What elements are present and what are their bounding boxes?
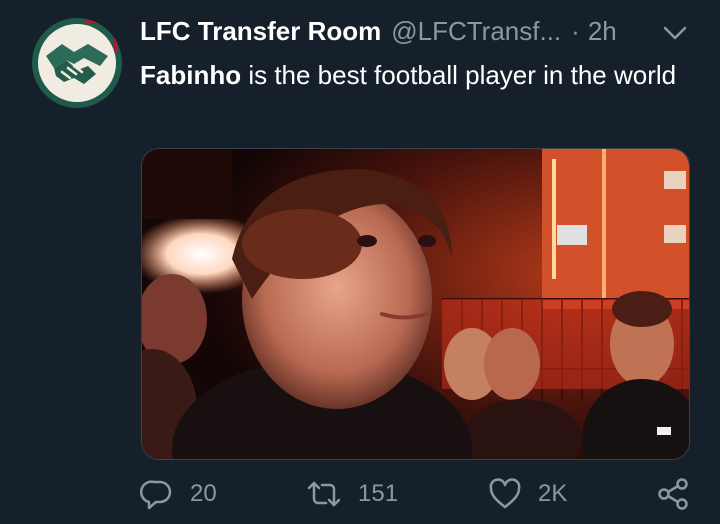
- tweet[interactable]: LFC Transfer Room @LFCTransf... · 2h Fab…: [0, 0, 720, 524]
- like-icon: [489, 478, 521, 509]
- handshake-logo-icon: [46, 44, 108, 84]
- retweet-icon: [307, 481, 341, 507]
- tweet-text: Fabinho is the best football player in t…: [140, 58, 680, 92]
- reply-icon: [140, 480, 172, 510]
- mention-bold: Fabinho: [140, 60, 242, 90]
- video-frame: [142, 149, 689, 459]
- timestamp[interactable]: 2h: [588, 16, 617, 47]
- tweet-body: is the best football player in the world: [241, 60, 677, 90]
- retweet-count: 151: [358, 480, 399, 507]
- display-name[interactable]: LFC Transfer Room: [140, 16, 381, 47]
- like-count: 2K: [538, 480, 568, 507]
- separator-dot: ·: [571, 16, 580, 46]
- user-handle[interactable]: @LFCTransf...: [391, 16, 561, 47]
- retweet-button[interactable]: 151: [306, 474, 398, 514]
- reply-button[interactable]: 20: [140, 474, 217, 514]
- share-button[interactable]: [656, 474, 706, 514]
- tweet-header: LFC Transfer Room @LFCTransf... · 2h: [140, 16, 617, 52]
- chevron-down-icon[interactable]: [662, 22, 688, 44]
- tweet-media[interactable]: [141, 148, 690, 460]
- reply-count: 20: [190, 480, 217, 507]
- share-icon: [658, 478, 688, 510]
- tweet-actions: 20 151 2K: [0, 474, 720, 514]
- like-button[interactable]: 2K: [488, 474, 567, 514]
- avatar[interactable]: [32, 18, 122, 108]
